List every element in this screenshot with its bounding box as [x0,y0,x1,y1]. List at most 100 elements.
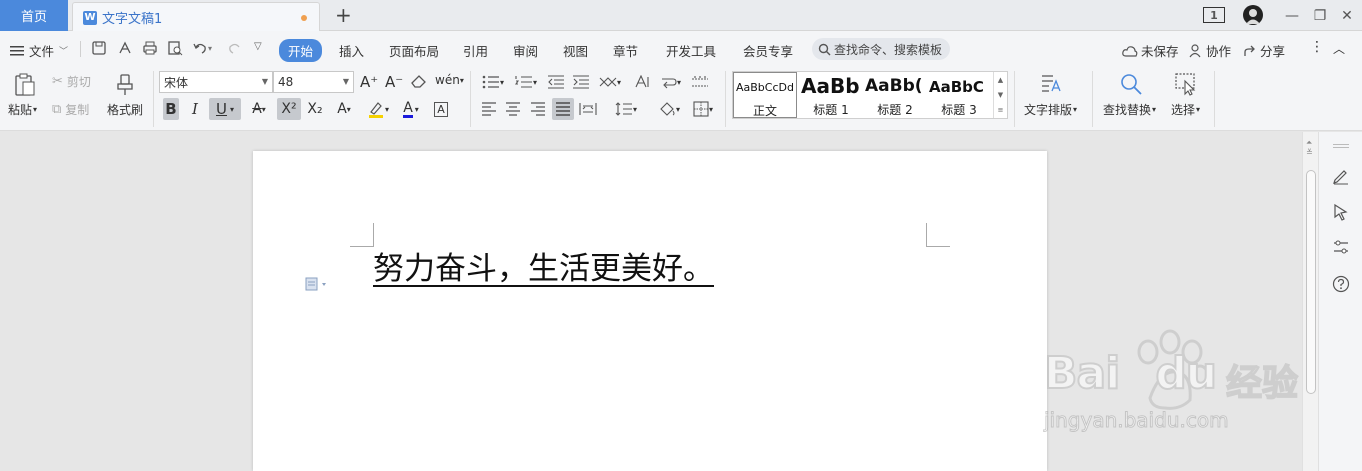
italic-button[interactable]: I [187,98,203,120]
line-break-button[interactable]: ▾ [657,73,685,91]
home-tab[interactable]: 首页 [0,0,68,31]
justify-button[interactable] [552,98,574,120]
cut-button[interactable]: ✂ 剪切 [52,73,91,90]
tab-home[interactable]: 开始 [279,39,323,62]
bullet-list-button[interactable]: ▾ [480,73,506,91]
tab-chapter[interactable]: 章节 [613,41,638,60]
settings-panel-button[interactable] [1331,237,1351,257]
bold-icon: B [165,100,177,118]
print-preview-button[interactable] [167,40,183,59]
font-color-button[interactable]: A ▾ [398,98,424,120]
edit-panel-button[interactable] [1331,166,1351,186]
collaborate-label: 协作 [1206,44,1232,59]
document-icon [305,277,326,291]
share-button[interactable]: 分享 [1243,41,1285,60]
line-spacing-button[interactable]: ▾ [612,100,640,118]
shading-button[interactable]: ▾ [655,100,683,118]
copy-button[interactable]: ⧉ 复制 [52,101,89,118]
scroll-top-icon[interactable]: ≚ [1306,148,1313,157]
text-direction-button[interactable] [632,73,652,91]
select-panel-button[interactable] [1331,202,1351,222]
undo-icon [193,43,206,54]
align-left-button[interactable] [480,100,498,118]
select-label-button[interactable]: 选择 ▾ [1171,101,1200,118]
select-button[interactable] [1173,71,1199,97]
scrollbar-thumb[interactable] [1306,170,1316,394]
align-center-button[interactable] [504,100,522,118]
document-tab[interactable]: W 文字文稿1 [72,2,320,32]
copy-icon: ⧉ [52,102,62,117]
quick-access-more-button[interactable]: ▽ [254,41,262,52]
user-avatar[interactable] [1243,5,1263,25]
tab-references[interactable]: 引用 [463,41,488,60]
chinese-layout-button[interactable]: ▾ [597,73,623,91]
help-button[interactable] [1331,274,1351,294]
style-label: 标题 2 [877,103,913,117]
phonetic-guide-button[interactable]: wén ▾ [435,73,464,87]
decrease-indent-button[interactable] [546,73,566,91]
text-layout-button[interactable] [1038,71,1064,97]
paragraph-layout-icon[interactable] [305,277,327,294]
more-options-button[interactable]: ⋮ [1310,39,1324,55]
command-search-input[interactable]: 查找命令、搜索模板 [812,38,950,60]
print-button[interactable] [142,40,158,59]
close-button[interactable]: ✕ [1337,6,1357,26]
style-heading-2[interactable]: AaBb( 标题 2 [863,72,927,118]
grow-font-button[interactable]: A⁺ [360,73,378,91]
style-heading-1[interactable]: AaBb 标题 1 [799,72,863,118]
format-painter-button[interactable] [113,71,137,99]
clear-format-button[interactable] [410,73,428,89]
increase-indent-button[interactable] [571,73,591,91]
page-count-badge[interactable]: 1 [1203,7,1225,23]
align-right-button[interactable] [529,100,547,118]
tab-member[interactable]: 会员专享 [743,41,793,60]
document-body-text[interactable]: 努力奋斗，生活更美好。 [373,243,714,288]
unsaved-status-button[interactable]: 未保存 [1122,41,1179,60]
superscript-button[interactable]: X² [277,98,301,120]
phonetic-guide-icon: wén [435,73,460,87]
shrink-font-button[interactable]: A⁻ [385,73,403,91]
maximize-button[interactable]: ❐ [1310,6,1330,26]
text-layout-label-button[interactable]: 文字排版 ▾ [1024,101,1077,118]
find-replace-button[interactable] [1118,71,1144,97]
file-menu[interactable]: 文件 ﹀ [10,41,68,60]
font-size-select[interactable]: 48 ▼ [273,71,354,93]
style-sample: AaBbCcDd [736,81,794,94]
paste-button[interactable] [12,71,38,99]
char-border-button[interactable]: A [432,98,450,120]
strikethrough-button[interactable]: A ▾ [247,98,271,120]
collaborate-button[interactable]: 协作 [1189,41,1231,60]
tab-page-layout[interactable]: 页面布局 [389,41,439,60]
export-pdf-button[interactable] [117,40,133,59]
vertical-scrollbar[interactable]: ⏶ ≚ [1302,132,1318,471]
find-replace-label-button[interactable]: 查找替换 ▾ [1103,101,1156,118]
paste-label-button[interactable]: 粘贴 ▾ [8,101,37,118]
tab-developer[interactable]: 开发工具 [666,41,716,60]
new-tab-button[interactable]: + [335,5,352,25]
underline-button[interactable]: U ▾ [209,98,241,120]
bold-button[interactable]: B [163,98,179,120]
highlight-color-button[interactable]: ▾ [364,98,392,120]
tab-view[interactable]: 视图 [563,41,588,60]
redo-button[interactable] [227,40,243,59]
tab-insert[interactable]: 插入 [339,41,364,60]
font-name-select[interactable]: 宋体 ▼ [159,71,273,93]
scroll-up-icon[interactable]: ⏶ [1306,138,1312,148]
tab-review[interactable]: 审阅 [513,41,538,60]
subscript-button[interactable]: X₂ [304,98,326,120]
styles-scroller[interactable]: ▲ ▼ ≡ [993,72,1007,118]
text-effect-button[interactable]: A ▾ [331,98,357,120]
pen-icon [1333,170,1348,185]
show-marks-button[interactable] [690,73,710,91]
numbered-list-button[interactable]: ▾ [513,73,539,91]
search-icon [818,43,831,55]
document-page[interactable]: 努力奋斗，生活更美好。 [253,151,1047,471]
style-heading-3[interactable]: AaBbC 标题 3 [927,72,991,118]
minimize-button[interactable]: — [1282,6,1302,26]
collapse-ribbon-button[interactable]: ︿ [1333,40,1345,57]
distribute-button[interactable] [578,100,598,118]
undo-button[interactable]: ▾ [192,40,212,56]
style-normal[interactable]: AaBbCcDd 正文 [733,72,797,118]
save-button[interactable] [91,40,107,59]
borders-button[interactable]: ▾ [689,100,717,118]
